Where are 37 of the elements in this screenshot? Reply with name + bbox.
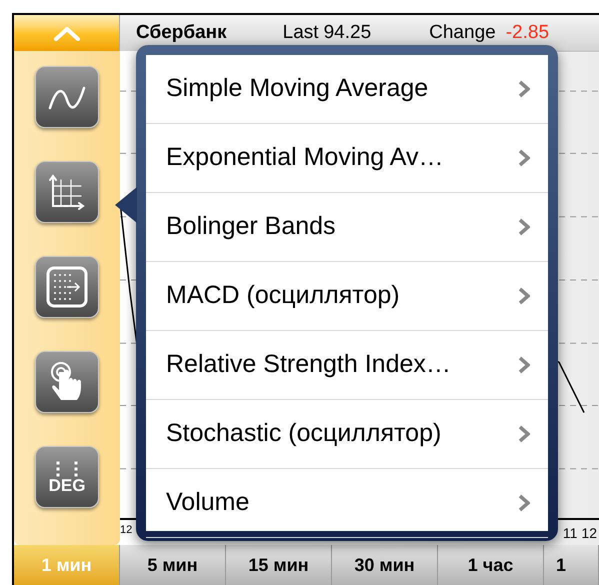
timeframe-tab[interactable]: 1 [544,545,599,585]
chevron-right-icon [518,425,530,443]
deg-label: DEG [48,476,86,494]
axis-label: 11 [562,524,578,543]
popover-pointer-icon [115,187,137,223]
tool-button[interactable]: DEG [35,446,99,508]
last-label: Last [282,20,319,45]
chevron-up-icon [52,25,82,41]
tool-button[interactable] [35,66,99,128]
indicator-menu-item[interactable]: Bolinger Bands [146,193,548,262]
timeframe-tab[interactable]: 1 час [438,545,544,585]
timeframe-tab[interactable]: 15 мин [226,545,332,585]
chevron-right-icon [518,287,530,305]
tool-button[interactable] [35,351,99,413]
change-value: -2.85 [506,20,550,45]
chevron-right-icon [518,218,530,236]
indicator-menu-item[interactable]: Simple Moving Average [146,55,548,124]
axis-label: 12 [581,524,597,543]
timeframe-tab[interactable]: 5 мин [120,545,226,585]
tool-button[interactable] [35,256,99,318]
timeframe-tab[interactable]: 30 мин [332,545,438,585]
chevron-right-icon [518,149,530,167]
chevron-right-icon [518,80,530,98]
tool-button[interactable] [35,161,99,223]
last-value: 94.25 [324,20,372,45]
ticker-name: Сбербанк [136,20,227,45]
indicator-menu-item[interactable]: Stochastic (осциллятор) [146,400,548,469]
indicator-menu-item[interactable]: Exponential Moving Av… [146,124,548,193]
indicator-menu-item[interactable]: Volume [146,469,548,538]
indicator-menu-item[interactable]: Relative Strength Index… [146,331,548,400]
indicator-menu-item[interactable]: MACD (осциллятор) [146,262,548,331]
dots-icon [54,460,80,476]
chevron-right-icon [518,494,530,512]
chevron-right-icon [518,356,530,374]
change-label: Change [429,20,496,45]
grid-axes-icon [47,172,87,212]
axis-label: 12 [120,523,132,537]
